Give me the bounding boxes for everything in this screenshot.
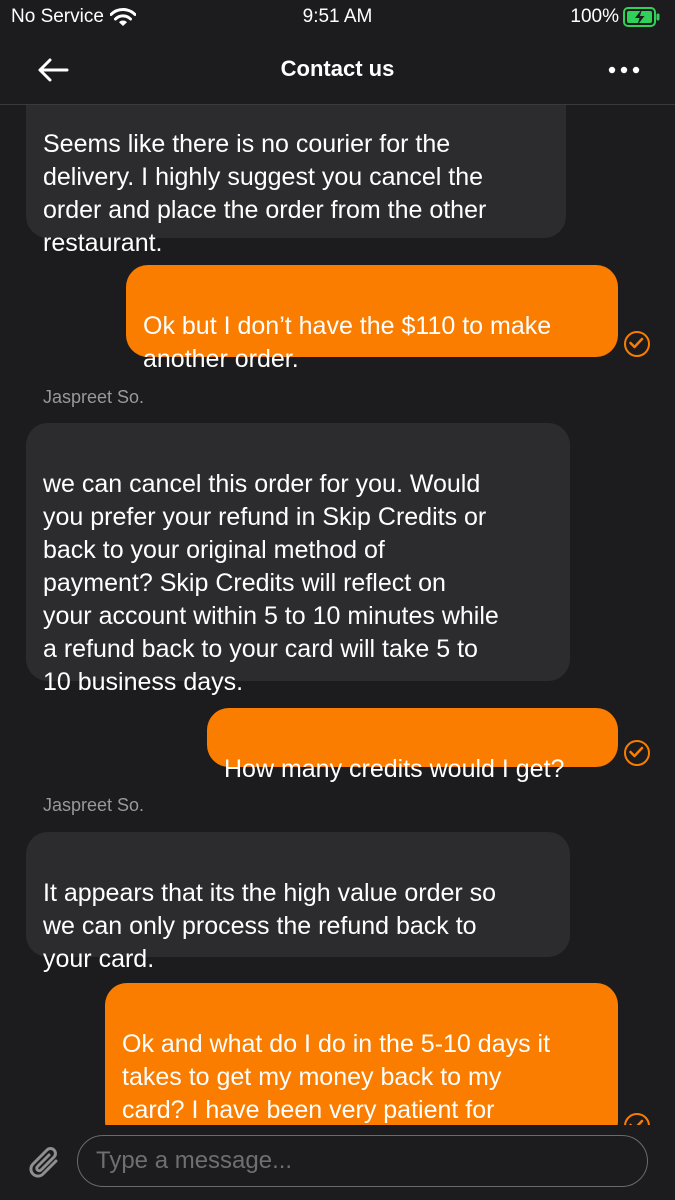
- status-bar: No Service 9:51 AM 100%: [0, 0, 675, 36]
- message-text: Ok and what do I do in the 5-10 days it …: [122, 1030, 551, 1124]
- read-check-icon: [624, 331, 650, 357]
- paperclip-icon[interactable]: [26, 1143, 64, 1183]
- message-text: It appears that its the high value order…: [43, 879, 497, 973]
- page-title: Contact us: [280, 56, 395, 81]
- message-text: How many credits would I get?: [224, 755, 565, 783]
- message-bubble-incoming: Seems like there is no courier for the d…: [26, 105, 566, 257]
- message-bubble-outgoing: Ok but I don’t have the $110 to make ano…: [126, 265, 618, 373]
- message-text: Seems like there is no courier for the d…: [43, 130, 487, 257]
- message-input[interactable]: [77, 1135, 648, 1187]
- nav-bar: Contact us: [0, 36, 675, 105]
- message-text: we can cancel this order for you. Would …: [43, 470, 499, 696]
- more-horizontal-icon[interactable]: [607, 64, 641, 76]
- status-right: 100%: [570, 6, 661, 28]
- message-bubble-outgoing: How many credits would I get?: [207, 708, 618, 783]
- message-list[interactable]: Seems like there is no courier for the d…: [0, 105, 675, 1125]
- message-bubble-outgoing: Ok and what do I do in the 5-10 days it …: [105, 983, 618, 1125]
- message-composer: [0, 1125, 675, 1200]
- message-bubble-incoming: we can cancel this order for you. Would …: [26, 423, 570, 696]
- read-check-icon: [624, 1113, 650, 1125]
- message-text: Ok but I don’t have the $110 to make ano…: [143, 312, 552, 373]
- battery-charging-icon: [623, 7, 660, 27]
- message-bubble-incoming: It appears that its the high value order…: [26, 832, 570, 973]
- sender-name: Jaspreet So.: [43, 387, 145, 407]
- battery-percent: 100%: [570, 6, 619, 27]
- read-check-icon: [624, 740, 650, 766]
- sender-name: Jaspreet So.: [43, 795, 145, 815]
